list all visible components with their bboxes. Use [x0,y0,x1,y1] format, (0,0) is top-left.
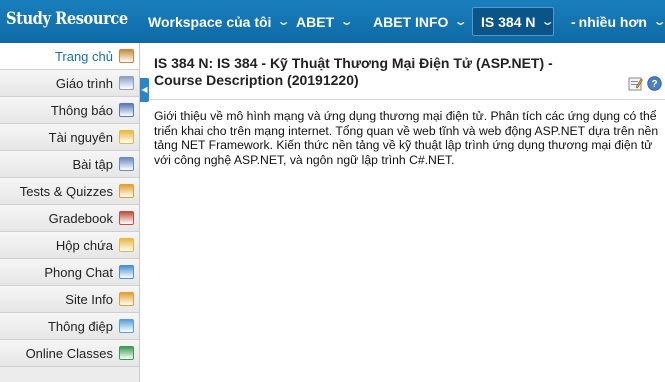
svg-text:?: ? [651,79,657,90]
sidebar-item-label: Tài nguyên [48,129,113,145]
chevron-down-icon: ⌄ [541,16,556,28]
chevron-down-icon: ⌄ [653,15,665,28]
sidebar-item-b-i-t-p[interactable]: Bài tập [0,151,139,178]
sidebar-item-label: Phong Chat [44,264,113,280]
siteinfo-icon [119,292,134,306]
home-icon [119,49,134,63]
nav-current-site[interactable]: IS 384 N ⌄ [472,7,556,36]
sidebar-item-label: Bài tập [72,156,113,172]
nav-workspace[interactable]: Workspace của tôi ⌄ [148,0,291,43]
message-icon [119,319,134,333]
sidebar-item-label: Site Info [65,291,113,307]
sidebar-item-phong-chat[interactable]: Phong Chat [0,259,139,286]
nav-abet-label: ABET [296,13,335,30]
nav-more[interactable]: - nhiều hơn ⌄ [571,0,665,43]
nav-current-site-label: IS 384 N [481,13,536,30]
chat-icon [119,265,134,279]
sidebar-item-t-i-nguy-n[interactable]: Tài nguyên [0,124,139,151]
sidebar-item-trang-ch[interactable]: Trang chủ [0,43,139,70]
chevron-down-icon: ⌄ [277,16,291,28]
page-title: IS 384 N: IS 384 - Kỹ Thuật Thương Mại Đ… [154,55,553,88]
nav-abet[interactable]: ABET ⌄ [296,0,354,43]
gradebook-icon [119,211,134,225]
nav-abet-info[interactable]: ABET INFO ⌄ [373,0,468,43]
dropbox-icon [119,238,134,252]
sidebar-item-label: Hộp chứa [55,237,113,253]
sidebar-item-site-info[interactable]: Site Info [0,286,139,313]
sidebar-item-label: Thông báo [50,102,113,118]
tool-sidebar: Trang chủ Giáo trình Thông báo Tài nguyên Bà… [0,43,140,382]
folder-icon [119,130,134,144]
sidebar-item-h-p-ch-a[interactable]: Hộp chứa [0,232,139,259]
assignment-icon [119,157,134,171]
nav-more-prefix: - [571,13,576,30]
sidebar-item-label: Gradebook [48,210,113,226]
brand-logo[interactable]: Study Resource [6,9,128,29]
online-classes-icon [119,346,134,360]
sidebar-item-th-ng-b-o[interactable]: Thông báo [0,97,139,124]
sidebar-item-label: Trang chủ [54,48,113,64]
help-icon[interactable]: ? [647,76,662,91]
sidebar-item-gi-o-tr-nh[interactable]: Giáo trình [0,70,139,97]
top-navigation-bar: Study Resource Workspace của tôi ⌄ ABET … [0,0,665,43]
sidebar-item-tests-quizzes[interactable]: Tests & Quizzes [0,178,139,205]
title-divider [150,99,665,100]
sidebar-item-label: Online Classes [25,345,113,361]
main-content: IS 384 N: IS 384 - Kỹ Thuật Thương Mại Đ… [150,43,665,382]
edit-icon[interactable] [628,76,643,91]
collapse-sidebar-icon[interactable]: ◀ [140,78,149,102]
course-description: Giới thiệu về mô hình mạng và ứng dụng t… [154,109,659,167]
sidebar-item-label: Giáo trình [55,75,113,91]
chevron-down-icon: ⌄ [339,16,354,28]
sidebar-item-online-classes[interactable]: Online Classes [0,340,139,367]
pencil-icon [119,184,134,198]
syllabus-icon [119,76,134,90]
sidebar-item-label: Thông điệp [47,318,113,334]
sidebar-item-th-ng-i-p[interactable]: Thông điệp [0,313,139,340]
nav-more-label: nhiều hơn [578,13,647,30]
chevron-down-icon: ⌄ [454,16,468,28]
nav-abet-info-label: ABET INFO [373,13,449,30]
sidebar-item-gradebook[interactable]: Gradebook [0,205,139,232]
nav-workspace-label: Workspace của tôi [148,13,272,30]
announcement-icon [119,103,134,117]
sidebar-item-label: Tests & Quizzes [19,183,113,199]
